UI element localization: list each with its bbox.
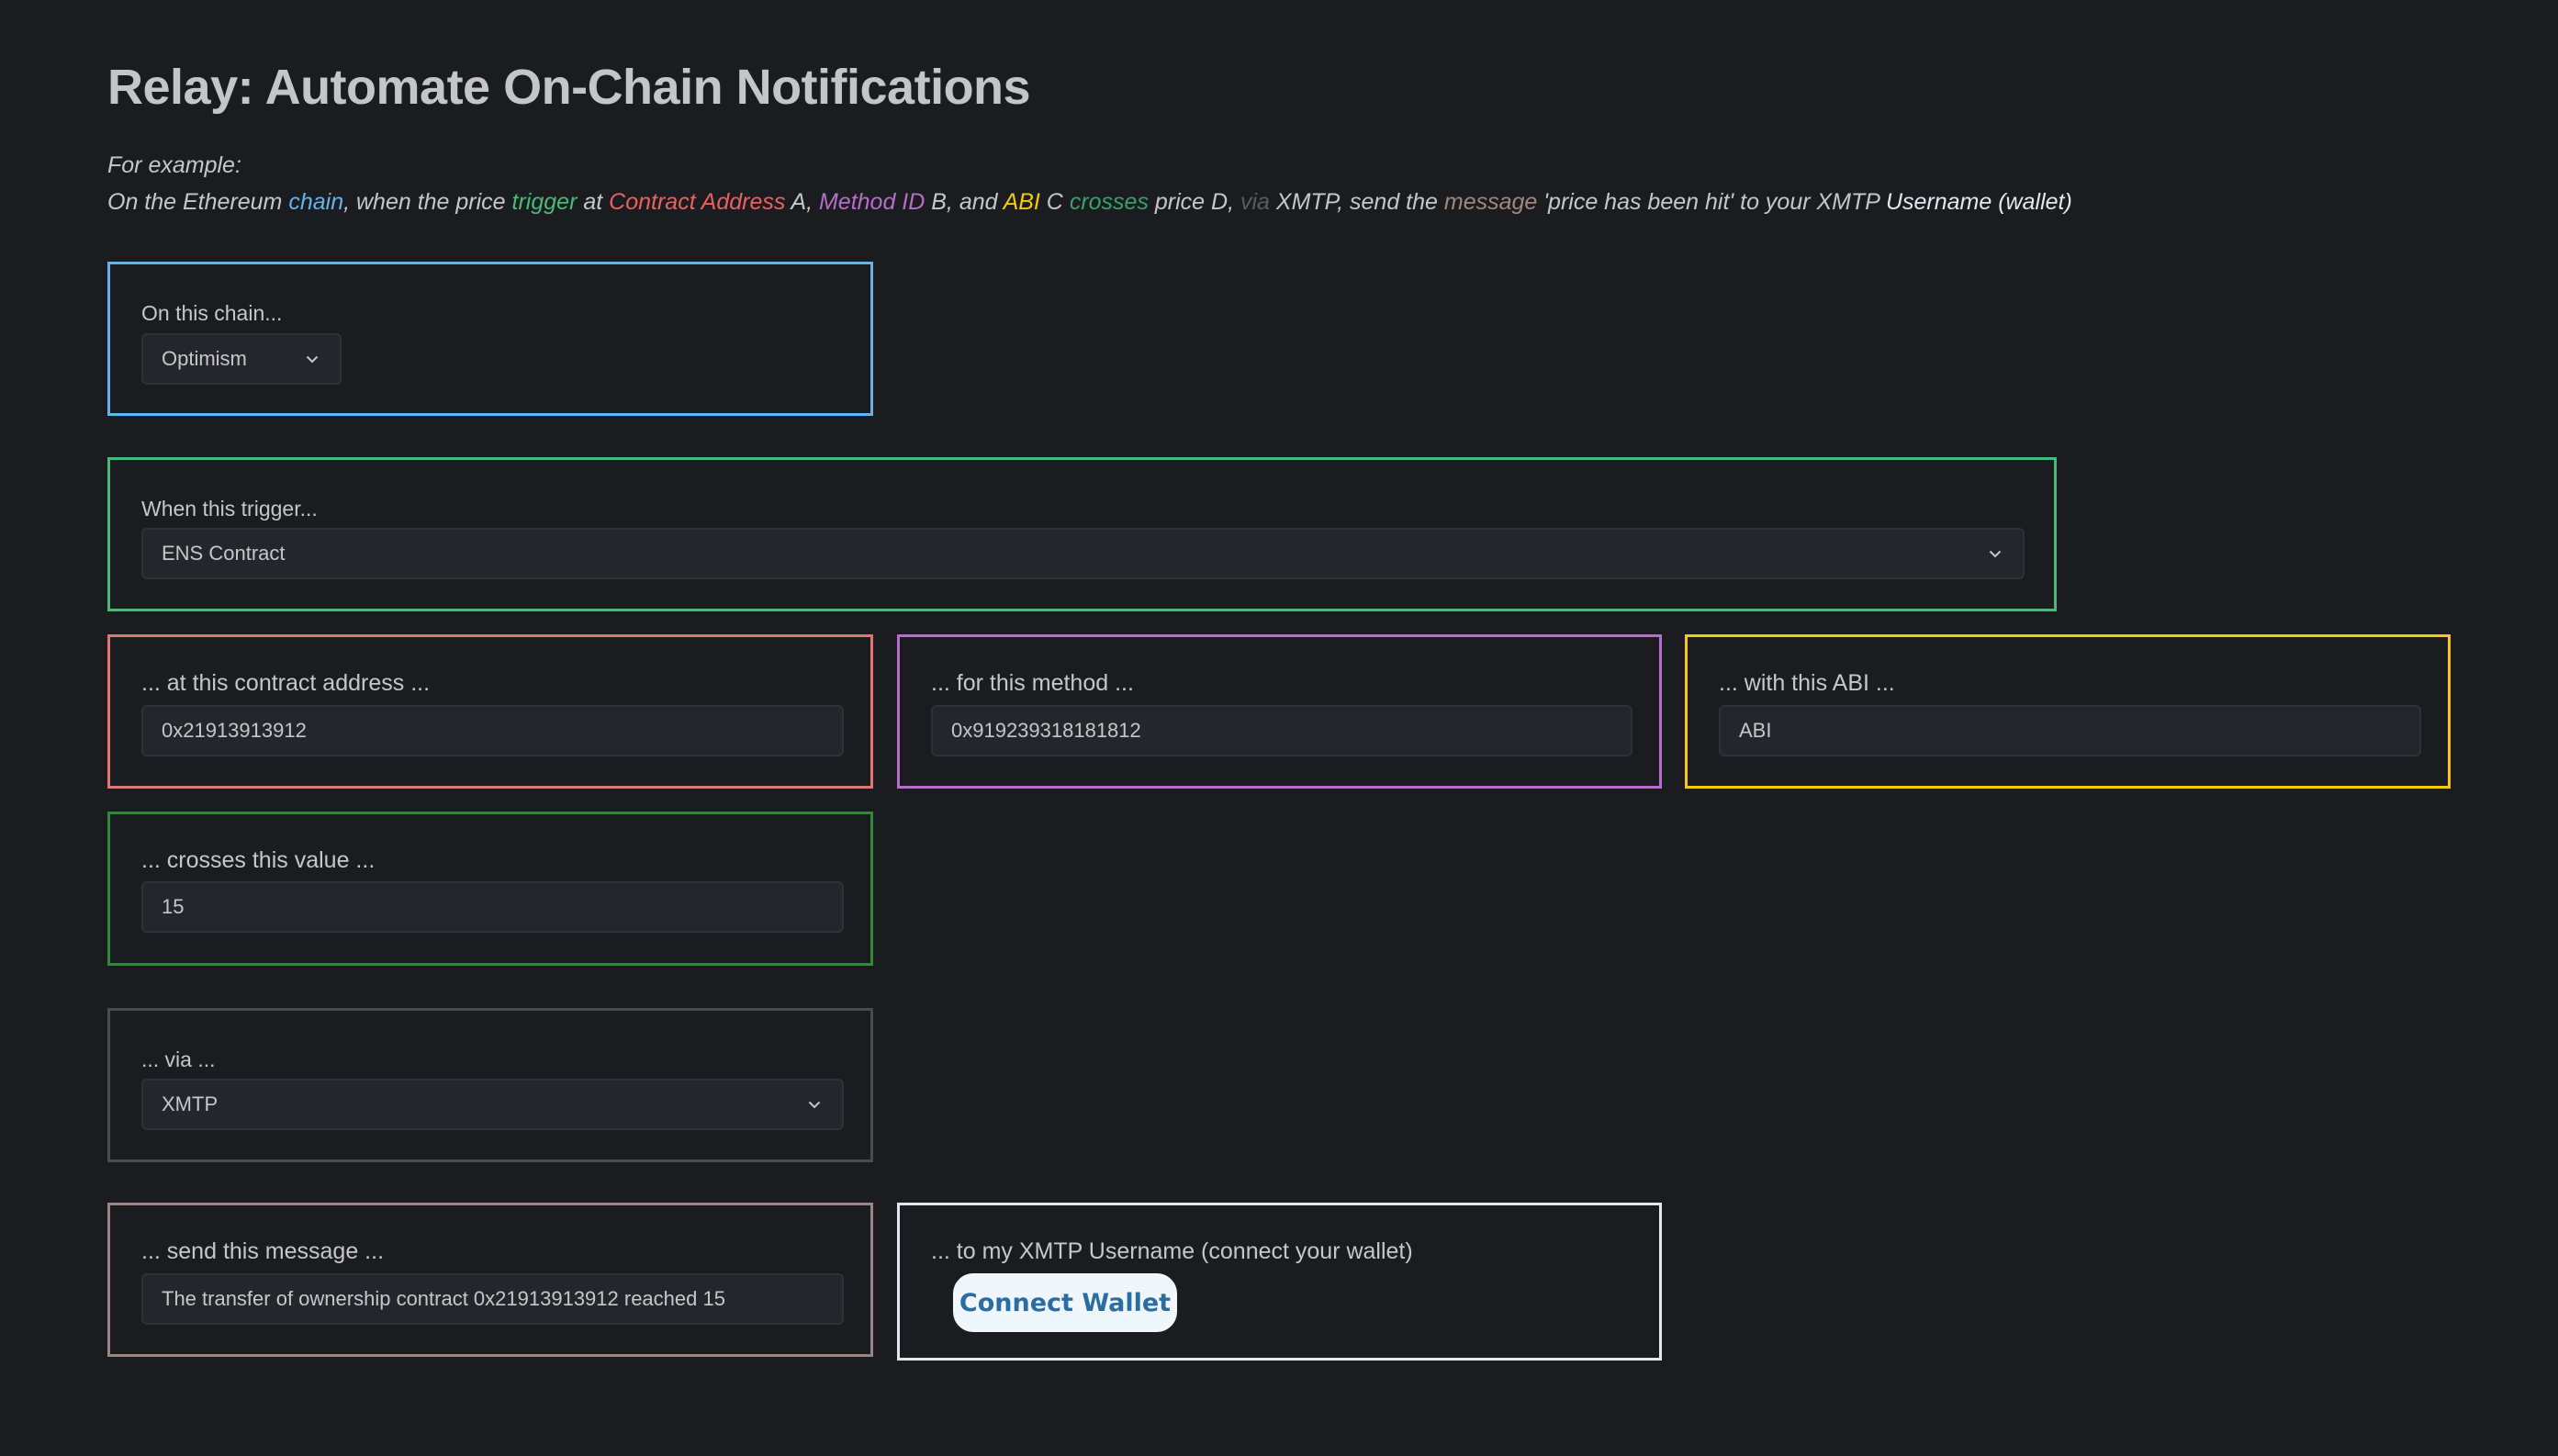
method-input[interactable] <box>931 705 1632 756</box>
example-keyword-trigger: trigger <box>511 189 578 215</box>
contract-address-label: ... at this contract address ... <box>141 670 431 696</box>
example-label: For example: <box>107 152 241 178</box>
example-keyword-via: via <box>1240 189 1270 215</box>
message-label: ... send this message ... <box>141 1238 385 1264</box>
abi-input[interactable] <box>1719 705 2421 756</box>
crosses-value-input[interactable] <box>141 881 844 933</box>
trigger-section: When this trigger... ENS Contract <box>107 457 2057 611</box>
example-text-segment: at <box>577 189 610 215</box>
example-keyword-username: Username (wallet) <box>1885 189 2072 215</box>
example-text-segment: B, and <box>925 189 1004 215</box>
abi-section: ... with this ABI ... <box>1685 634 2451 789</box>
username-label: ... to my XMTP Username (connect your wa… <box>931 1238 1413 1264</box>
page-title: Relay: Automate On-Chain Notifications <box>107 60 1031 115</box>
connect-wallet-button[interactable]: Connect Wallet <box>953 1273 1177 1332</box>
method-section: ... for this method ... <box>897 634 1662 789</box>
abi-label: ... with this ABI ... <box>1719 670 1895 696</box>
example-sentence: On the Ethereum chain, when the price tr… <box>107 189 2072 216</box>
username-section: ... to my XMTP Username (connect your wa… <box>897 1203 1662 1361</box>
contract-address-input[interactable] <box>141 705 844 756</box>
example-text-segment: price D, <box>1148 189 1240 215</box>
example-keyword-crosses: crosses <box>1069 189 1149 215</box>
via-select[interactable]: XMTP <box>141 1079 844 1130</box>
example-keyword-method: Method ID <box>818 189 926 215</box>
example-text-segment: C <box>1039 189 1070 215</box>
chain-select[interactable]: Optimism <box>141 333 342 385</box>
example-text-segment: On the Ethereum <box>107 189 289 215</box>
example-keyword-message: message <box>1443 189 1538 215</box>
example-keyword-abi: ABI <box>1003 189 1040 215</box>
example-keyword-chain: chain <box>288 189 344 215</box>
via-select-value: XMTP <box>162 1092 219 1115</box>
message-input[interactable] <box>141 1273 844 1325</box>
message-section: ... send this message ... <box>107 1203 873 1357</box>
crosses-value-label: ... crosses this value ... <box>141 847 376 873</box>
trigger-select-value: ENS Contract <box>162 542 286 565</box>
via-section: ... via ... XMTP <box>107 1008 873 1162</box>
chevron-down-icon <box>303 350 321 368</box>
example-text-segment: 'price has been hit' to your XMTP <box>1537 189 1886 215</box>
crosses-value-section: ... crosses this value ... <box>107 812 873 966</box>
example-text-segment: A, <box>785 189 819 215</box>
chain-label: On this chain... <box>141 301 283 325</box>
contract-address-section: ... at this contract address ... <box>107 634 873 789</box>
example-keyword-address: Contract Address <box>609 189 786 215</box>
chain-section: On this chain... Optimism <box>107 262 873 416</box>
example-text-segment: XMTP, send the <box>1269 189 1444 215</box>
trigger-select[interactable]: ENS Contract <box>141 528 2025 579</box>
chevron-down-icon <box>805 1095 824 1114</box>
via-label: ... via ... <box>141 1047 216 1071</box>
chevron-down-icon <box>1986 544 2004 563</box>
method-label: ... for this method ... <box>931 670 1134 696</box>
chain-select-value: Optimism <box>162 347 247 370</box>
trigger-label: When this trigger... <box>141 497 318 521</box>
example-text-segment: , when the price <box>343 189 512 215</box>
